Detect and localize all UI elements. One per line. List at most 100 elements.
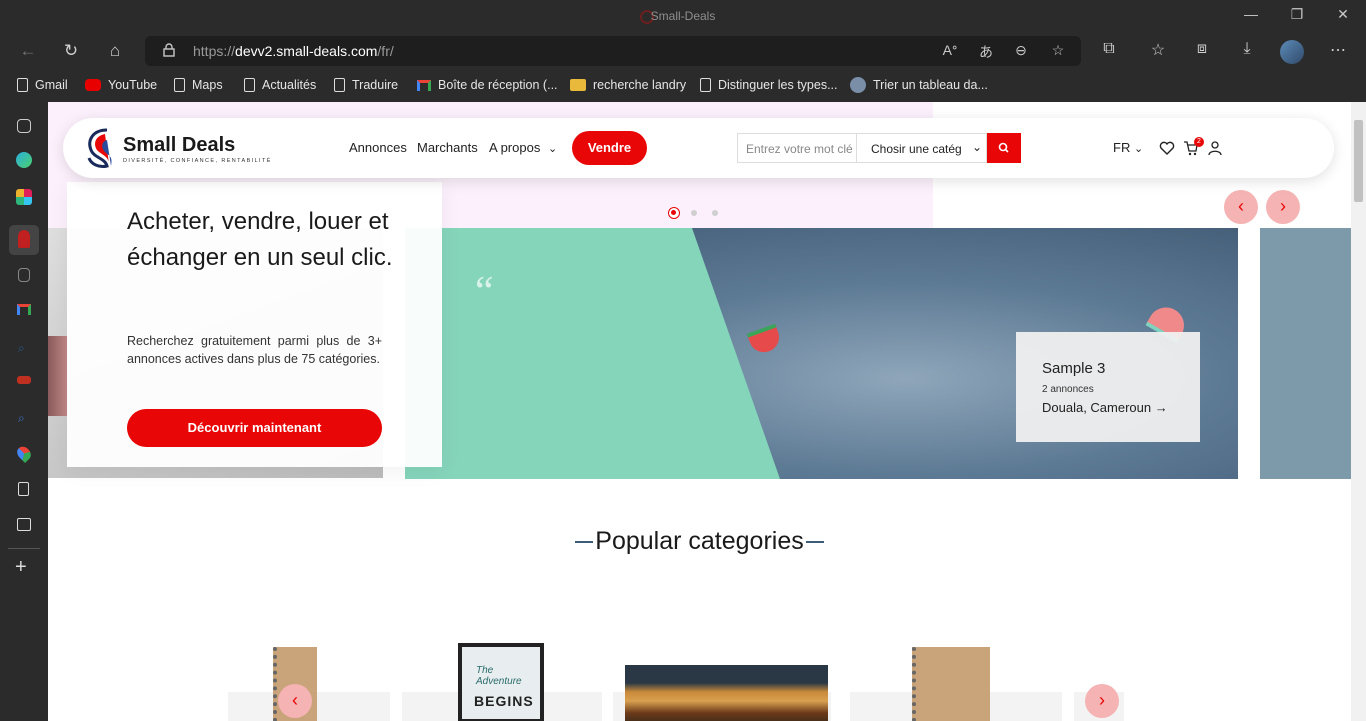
refresh-icon[interactable]: ↻	[60, 40, 82, 62]
site-header: Small Deals DIVERSITÉ, CONFIANCE, RENTAB…	[63, 118, 1334, 178]
file-icon	[700, 78, 711, 92]
folder-icon	[570, 79, 586, 91]
add-icon[interactable]: +	[15, 557, 35, 577]
read-aloud-icon[interactable]: Aᐤ	[940, 42, 960, 59]
sidebar-divider	[8, 548, 40, 549]
slide-card-title: Sample 3	[1042, 360, 1106, 377]
chevron-down-icon: ⌄	[1133, 143, 1144, 155]
window-title: Small-Deals	[650, 9, 716, 23]
close-window-button[interactable]: ✕	[1328, 6, 1358, 23]
downloads-icon[interactable]: ⤓	[1235, 40, 1259, 58]
slide-card-count: 2 annonces	[1042, 384, 1094, 395]
edge-icon[interactable]	[16, 152, 32, 168]
nav-a-propos[interactable]: A propos ⌄	[489, 140, 557, 155]
browser-sidebar: ⌕ ⌕ +	[0, 102, 48, 721]
tabs-icon[interactable]	[17, 119, 31, 133]
sell-button[interactable]: Vendre	[572, 131, 647, 165]
bookmark-traduire[interactable]: Traduire	[334, 76, 398, 94]
bookmark-inbox[interactable]: Boîte de réception (...	[417, 76, 558, 94]
lock-icon	[163, 43, 175, 57]
slack-icon[interactable]	[16, 189, 32, 205]
heart-icon[interactable]	[1159, 140, 1175, 156]
address-bar[interactable]: https://devv2.small-deals.com/fr/ Aᐤ あ ⊖…	[145, 36, 1081, 66]
scrollbar-thumb[interactable]	[1354, 120, 1363, 202]
small-deals-logo-icon	[18, 230, 30, 248]
hero-description: Recherchez gratuitement parmi plus de 3+…	[127, 334, 382, 366]
site-icon	[850, 77, 866, 93]
file-icon	[334, 78, 345, 92]
gmail-icon	[417, 79, 431, 91]
nav-annonces[interactable]: Annonces	[349, 140, 407, 155]
page-icon[interactable]	[18, 482, 29, 496]
calendar-icon[interactable]	[17, 518, 31, 531]
search-blue-icon[interactable]: ⌕	[18, 411, 38, 431]
bookmark-actualites[interactable]: Actualités	[244, 76, 316, 94]
small-deals-logo-icon[interactable]	[85, 126, 119, 170]
hero-title: Acheter, vendre, louer et échanger en un…	[127, 208, 393, 271]
maximize-button[interactable]: ❐	[1282, 6, 1312, 23]
slider-next-button[interactable]: ›	[1266, 190, 1300, 224]
category-select[interactable]: Chosir une catég ⌄	[857, 133, 987, 163]
notebook-image-2	[912, 647, 990, 721]
categories-prev-button[interactable]: ‹	[278, 684, 312, 718]
bookmark-maps[interactable]: Maps	[174, 76, 223, 94]
bookmark-gmail[interactable]: Gmail	[17, 76, 68, 94]
language-select[interactable]: FR ⌄	[1113, 140, 1143, 155]
slide-card-location[interactable]: Douala, Cameroun →	[1042, 400, 1168, 415]
file-icon	[244, 78, 255, 92]
slider-dot-2[interactable]	[691, 210, 697, 216]
maps-icon[interactable]	[14, 443, 34, 464]
nav-marchants[interactable]: Marchants	[417, 140, 478, 155]
file-icon	[174, 78, 185, 92]
chevron-left-icon: ‹	[292, 690, 298, 710]
cart-count-badge: 2	[1194, 137, 1204, 147]
add-favorite-icon[interactable]: ☆	[1048, 42, 1068, 59]
slider-prev-button[interactable]: ‹	[1224, 190, 1258, 224]
more-menu-icon[interactable]: ⋯	[1326, 40, 1350, 60]
categories-next-button[interactable]: ›	[1085, 684, 1119, 718]
burger-image	[625, 665, 828, 721]
quote-icon: “	[475, 269, 494, 315]
poster-frame-image: The Adventure BEGINS	[458, 643, 544, 721]
youtube-icon	[85, 79, 101, 91]
bookmark-recherche-landry[interactable]: recherche landry	[570, 76, 686, 94]
home-icon[interactable]: ⌂	[104, 40, 126, 62]
chevron-right-icon: ›	[1280, 196, 1286, 216]
bookmark-distinguer[interactable]: Distinguer les types...	[700, 76, 838, 94]
profile-avatar[interactable]	[1280, 40, 1304, 64]
minimize-button[interactable]: —	[1236, 6, 1266, 22]
document-icon[interactable]	[18, 268, 30, 282]
bookmark-youtube[interactable]: YouTube	[85, 76, 157, 94]
search-icon	[998, 142, 1009, 153]
slide-next	[1260, 228, 1351, 479]
page-scrollbar[interactable]	[1351, 102, 1366, 721]
popular-categories-title: Popular categories	[48, 527, 1351, 556]
translate-icon[interactable]: あ	[976, 42, 996, 62]
search-input[interactable]: Entrez votre mot clé	[737, 133, 857, 163]
back-icon[interactable]: ←	[17, 40, 39, 62]
chevron-left-icon: ‹	[1238, 196, 1244, 216]
search-button[interactable]	[987, 133, 1021, 163]
hero-card: Acheter, vendre, louer et échanger en un…	[67, 182, 442, 467]
zoom-icon[interactable]: ⊖	[1011, 42, 1031, 59]
slider-dot-3[interactable]	[712, 210, 718, 216]
slider-dot-1[interactable]	[668, 207, 680, 219]
search-icon[interactable]: ⌕	[18, 341, 38, 361]
discover-button[interactable]: Découvrir maintenant	[127, 409, 382, 447]
extensions-icon[interactable]: ⧉	[1097, 40, 1121, 58]
user-icon[interactable]	[1207, 140, 1223, 156]
window-titlebar: Small-Deals — ❐ ✕	[0, 0, 1366, 34]
app-red-icon[interactable]	[17, 376, 31, 384]
logo-text[interactable]: Small Deals	[123, 134, 235, 157]
logo-tagline: DIVERSITÉ, CONFIANCE, RENTABILITÉ	[123, 158, 272, 164]
gmail-icon[interactable]	[17, 304, 31, 315]
url-text: https://devv2.small-deals.com/fr/	[193, 43, 394, 59]
arrow-right-icon: →	[1154, 400, 1168, 415]
bookmarks-bar: Gmail YouTube Maps Actualités Traduire B…	[0, 70, 1366, 98]
collections-icon[interactable]: ⧈	[1190, 40, 1214, 58]
favorites-icon[interactable]: ☆	[1146, 40, 1170, 60]
web-page: “ Sample 3 2 annonces Douala, Cameroun →…	[48, 102, 1366, 721]
chevron-right-icon: ›	[1099, 690, 1105, 710]
slide-info-card[interactable]: Sample 3 2 annonces Douala, Cameroun →	[1016, 332, 1200, 442]
bookmark-trier[interactable]: Trier un tableau da...	[850, 76, 988, 94]
